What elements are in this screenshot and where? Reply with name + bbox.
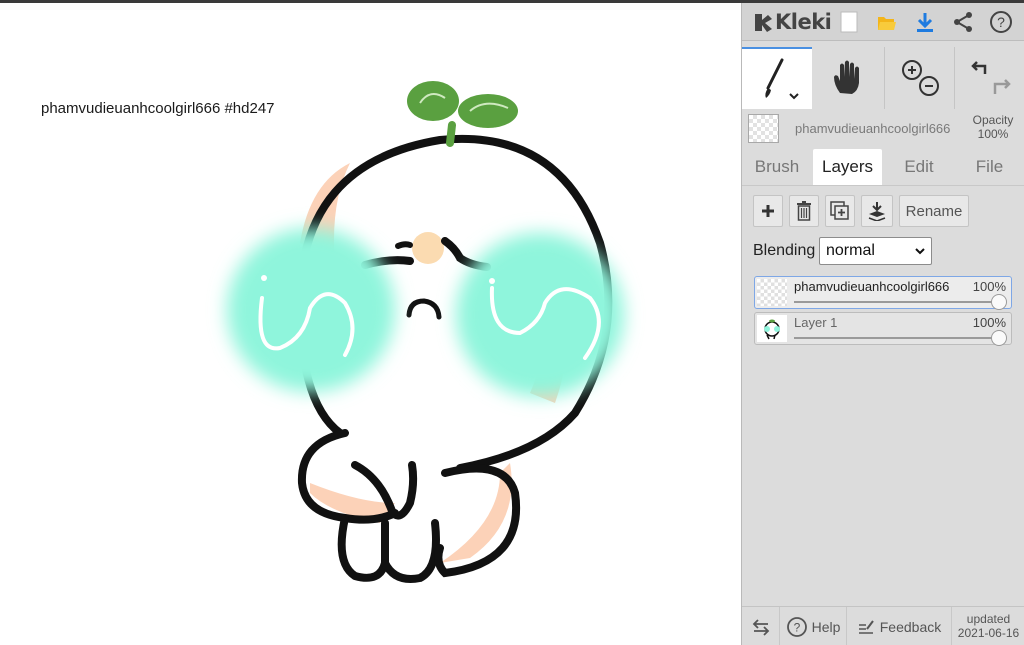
layer-item[interactable]: phamvudieuanhcoolgirl666 100% — [754, 276, 1012, 310]
mouth — [406, 298, 442, 320]
help-circle-icon: ? — [786, 616, 807, 637]
panel-header: Kleki ? — [742, 3, 1024, 41]
tool-row — [742, 47, 1024, 109]
sprout-leaf — [458, 94, 518, 128]
zoom-icon — [901, 60, 939, 96]
blending-label: Blending — [753, 242, 816, 259]
kleki-logo-icon — [755, 14, 772, 32]
svg-text:?: ? — [997, 14, 1005, 30]
layer-opacity-handle[interactable] — [991, 330, 1007, 346]
trash-icon — [797, 201, 811, 221]
plus-icon — [762, 205, 774, 217]
swap-side-button[interactable] — [742, 607, 780, 645]
download-button[interactable] — [911, 8, 939, 36]
layer-opacity: 100% — [972, 315, 1006, 330]
logo-text: Kleki — [775, 10, 832, 34]
brush-preview[interactable] — [748, 114, 779, 143]
help-button[interactable]: ? — [987, 8, 1015, 36]
tab-edit[interactable]: Edit — [884, 149, 954, 185]
sprout-stem — [446, 121, 456, 147]
feedback-label: Feedback — [879, 618, 942, 635]
brush-row: phamvudieuanhcoolgirl666 Opacity 100% — [742, 109, 1024, 149]
updated-label: updated — [966, 612, 1011, 626]
updated-date: 2021-06-16 — [957, 626, 1020, 640]
opacity-indicator[interactable]: Opacity 100% — [964, 113, 1022, 141]
hand-tool-icon — [834, 60, 859, 94]
tabs-divider — [742, 185, 1024, 186]
tab-layers[interactable]: Layers — [813, 149, 882, 185]
sprout-leaf — [407, 81, 459, 121]
drawing-canvas[interactable]: phamvudieuanhcoolgirl666 #hd247 — [0, 3, 741, 645]
svg-text:?: ? — [793, 620, 800, 634]
layer-thumbnail — [757, 315, 787, 342]
zoom-tool-button[interactable] — [884, 47, 954, 109]
open-button[interactable] — [873, 8, 901, 36]
canvas-caption: phamvudieuanhcoolgirl666 #hd247 — [41, 100, 275, 117]
share-button[interactable] — [949, 8, 977, 36]
side-panel: Kleki ? phamvudieuanhcoolgirl666 Opacity… — [741, 3, 1024, 645]
delete-layer-button[interactable] — [789, 195, 819, 227]
left-brow — [395, 241, 413, 249]
merge-layer-button[interactable] — [861, 195, 893, 227]
panel-tabs: Brush Layers Edit File — [742, 149, 1024, 185]
layer-opacity: 100% — [972, 279, 1006, 294]
tab-file[interactable]: File — [954, 149, 1024, 185]
merge-down-icon — [868, 202, 886, 221]
opacity-value: 100% — [977, 127, 1009, 141]
tab-brush[interactable]: Brush — [742, 149, 812, 185]
help-icon: ? — [990, 11, 1012, 33]
cheek-sparkle — [261, 275, 267, 281]
brush-tool-icon — [765, 58, 799, 100]
layer-opacity-track[interactable] — [794, 337, 999, 339]
layer-thumbnail — [757, 279, 787, 306]
blending-mode-select[interactable]: normal — [819, 237, 932, 265]
cheek-sparkle — [489, 278, 495, 284]
update-info[interactable]: updated 2021-06-16 — [952, 612, 1024, 640]
feedback-icon — [858, 619, 874, 634]
help-label: Help — [811, 618, 841, 635]
help-footer-button[interactable]: ? Help — [780, 607, 847, 645]
leg-left — [337, 514, 389, 582]
layer-name: phamvudieuanhcoolgirl666 — [794, 279, 950, 294]
panel-footer: ? Help Feedback updated 2021-06-16 — [742, 606, 1024, 645]
duplicate-icon — [830, 201, 849, 220]
layer-item[interactable]: Layer 1 100% — [754, 312, 1012, 346]
download-icon — [917, 13, 933, 32]
brush-name: phamvudieuanhcoolgirl666 — [795, 121, 951, 136]
leg-right — [381, 519, 440, 583]
swap-arrows-icon — [752, 618, 769, 636]
layer-opacity-handle[interactable] — [991, 294, 1007, 310]
brush-tool-button[interactable] — [742, 47, 812, 109]
feedback-button[interactable]: Feedback — [847, 607, 952, 645]
undo-redo-icon — [971, 61, 1011, 94]
blending-mode-value: normal — [826, 242, 875, 259]
hand-tool-button[interactable] — [812, 47, 884, 109]
layer-name: Layer 1 — [794, 315, 838, 330]
duplicate-layer-button[interactable] — [825, 195, 855, 227]
layer-opacity-track[interactable] — [794, 301, 999, 303]
share-icon — [954, 12, 972, 32]
new-image-button[interactable] — [835, 8, 863, 36]
open-folder-icon — [878, 17, 896, 30]
opacity-label: Opacity — [972, 113, 1014, 127]
rename-layer-button[interactable]: Rename — [899, 195, 969, 227]
kleki-logo[interactable]: Kleki — [752, 9, 832, 35]
blending-row: Blending normal — [753, 237, 932, 265]
forehead-dot — [412, 232, 444, 264]
layer-thumbnail-icon — [764, 319, 780, 340]
undo-redo-button[interactable] — [954, 47, 1024, 109]
add-layer-button[interactable] — [753, 195, 783, 227]
chevron-down-icon — [915, 247, 925, 254]
new-image-icon — [840, 11, 858, 33]
